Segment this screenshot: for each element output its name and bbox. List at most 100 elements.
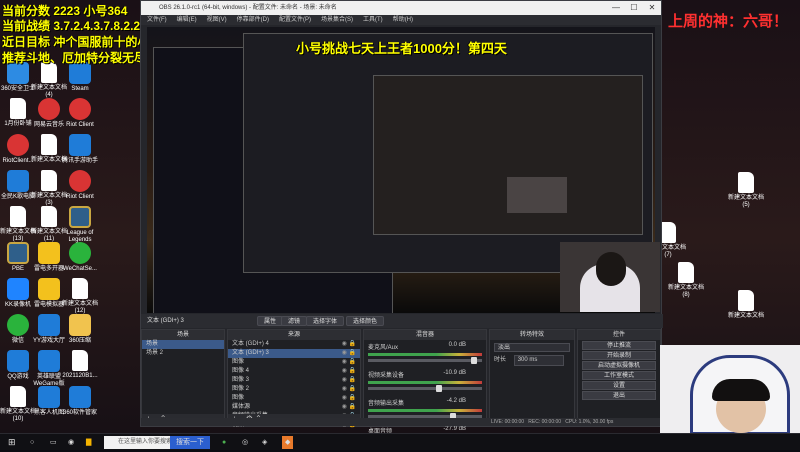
select-font-button[interactable]: 选择字体 [306, 316, 345, 326]
desktop-icon[interactable]: 新建文本文档 (5) [724, 172, 768, 209]
volume-meter [368, 353, 482, 356]
wechat-icon [7, 314, 29, 336]
menu-item[interactable]: 编辑(E) [177, 17, 197, 23]
visibility-icon[interactable]: ◉ 🔒 [342, 403, 356, 412]
select-color-button[interactable]: 选择颜色 [346, 316, 385, 326]
source-item[interactable]: 图像 2 ◉ 🔒 [228, 385, 360, 394]
edge-icon[interactable]: ◉ [68, 436, 74, 449]
source-item[interactable]: 文本 (GDI+) 4 ◉ 🔒 [228, 340, 360, 349]
volume-slider-knob[interactable] [436, 385, 443, 392]
volume-slider[interactable] [368, 357, 482, 364]
menu-item[interactable]: 工具(T) [363, 17, 383, 23]
desktop-icon-label: PBE [11, 266, 24, 272]
source-item[interactable]: 图像 4 ◉ 🔒 [228, 367, 360, 376]
visibility-icon[interactable]: ◉ 🔒 [342, 358, 356, 367]
document-icon [41, 206, 57, 227]
obs-titlebar: OBS 26.1.0-rc1 (64-bit, windows) - 配置文件:… [141, 1, 661, 15]
mixer-channel-db: -27.9 dB [443, 426, 466, 432]
wechat-taskbar-icon[interactable]: ● [222, 436, 226, 449]
visibility-icon[interactable]: ◉ 🔒 [342, 340, 356, 349]
task-view-icon[interactable]: ○ [30, 436, 34, 449]
source-item[interactable]: 图像 3 ◉ 🔒 [228, 376, 360, 385]
desktop-icon[interactable]: 新建文本文档 [724, 290, 768, 320]
desktop-icon[interactable]: 新建文本文档 (8) [664, 262, 708, 299]
source-item-label: 图像 [232, 395, 245, 401]
active-app-taskbar-icon[interactable]: ◆ [282, 436, 294, 449]
windows-start-icon[interactable]: ⊞ [8, 436, 16, 449]
desktop-icon[interactable]: Riot Client [58, 170, 102, 201]
visibility-icon[interactable]: ◉ 🔒 [342, 385, 356, 394]
duration-input[interactable]: 300 ms [513, 355, 564, 366]
desktop-icon[interactable]: 360压缩 [58, 314, 102, 345]
desktop-icon-label: WeChatSe... [63, 266, 97, 272]
desktop-icon[interactable]: Steam [58, 62, 102, 93]
properties-button[interactable]: 属性 [257, 316, 284, 326]
visibility-icon[interactable]: ◉ 🔒 [342, 394, 356, 403]
control-button[interactable]: 停止推流 [582, 341, 656, 350]
desktop-icon[interactable]: 2021120B1... [58, 350, 102, 380]
menu-item[interactable]: 帮助(H) [393, 17, 413, 23]
visibility-icon[interactable]: ◉ 🔒 [342, 349, 356, 358]
desktop-icon-label: Riot Client [66, 122, 94, 128]
mixer-channel: 麦克风/Aux 0.0 dB [364, 340, 486, 368]
emulator-icon [38, 242, 60, 264]
transition-select[interactable]: 淡出 [494, 343, 570, 352]
menu-item[interactable]: 文件(F) [147, 17, 167, 23]
desktop-icon-label: QQ游戏 [7, 374, 29, 380]
close-icon[interactable]: ✕ [643, 1, 661, 15]
source-item[interactable]: 图像 ◉ 🔒 [228, 394, 360, 403]
control-button[interactable]: 开始录制 [582, 351, 656, 360]
desktop-icon[interactable]: 腾讯手游助手 [58, 134, 102, 165]
desktop-icon[interactable]: League of Legends [58, 206, 102, 244]
document-icon [72, 350, 88, 371]
menu-item[interactable]: 视图(V) [207, 17, 227, 23]
obs-taskbar-icon[interactable]: ◎ [242, 436, 248, 449]
document-icon [660, 222, 676, 243]
menu-item[interactable]: 停靠部件(D) [237, 17, 269, 23]
mixer-header: 混音器 [364, 330, 486, 340]
recorder-icon [7, 278, 29, 300]
app-icon [38, 386, 60, 408]
controls-header: 控件 [578, 330, 660, 340]
control-button[interactable]: 设置 [582, 381, 656, 390]
visibility-icon[interactable]: ◉ 🔒 [342, 367, 356, 376]
desktop-icon[interactable]: WeChatSe... [58, 242, 102, 273]
files-icon[interactable]: ▇ [86, 436, 91, 449]
desktop-icon-label: 新建文本文档 (5) [727, 195, 764, 208]
source-item[interactable]: 图像 ◉ 🔒 [228, 358, 360, 367]
menu-item[interactable]: 场景集合(S) [321, 17, 353, 23]
volume-slider-knob[interactable] [470, 357, 477, 364]
source-item[interactable]: 文本 (GDI+) 3 ◉ 🔒 [228, 349, 360, 358]
overlay-goal: 近日目标 冲个国服前十的小号 [2, 35, 162, 49]
volume-meter [368, 381, 482, 384]
mixer-channel-db: -4.2 dB [446, 398, 466, 404]
maximize-icon[interactable]: ☐ [625, 1, 643, 15]
control-button[interactable]: 工作室模式 [582, 371, 656, 380]
transitions-header: 转场特效 [490, 330, 574, 340]
scene-item[interactable]: 场景 2 [142, 349, 224, 358]
obs-title: OBS 26.1.0-rc1 (64-bit, windows) - 配置文件:… [159, 5, 337, 11]
scene-item[interactable]: 场景 [142, 340, 224, 349]
game-icon [38, 314, 60, 336]
widgets-icon[interactable]: ▭ [50, 436, 57, 449]
desktop-icon[interactable]: 360软件管家 [58, 386, 102, 417]
app-icon [7, 170, 29, 192]
desktop-icon[interactable]: Riot Client [58, 98, 102, 129]
minimize-icon[interactable]: — [607, 1, 625, 15]
menu-item[interactable]: 配置文件(P) [279, 17, 311, 23]
taskbar-search-button[interactable]: 搜索一下 [170, 436, 210, 449]
scenes-dock: 场景 场景场景 2 + − ⌃ ⌄ [141, 329, 225, 425]
app-taskbar-icon[interactable]: ◈ [262, 436, 267, 449]
filters-button[interactable]: 滤镜 [281, 316, 308, 326]
volume-slider[interactable] [368, 385, 482, 392]
control-button[interactable]: 退出 [582, 391, 656, 400]
source-item-label: 文本 (GDI+) 3 [232, 350, 269, 356]
source-item-label: 图像 3 [232, 377, 250, 383]
webcam-feed [560, 242, 660, 312]
source-item[interactable]: 媒体源 ◉ 🔒 [228, 403, 360, 412]
document-icon [678, 262, 694, 283]
control-button[interactable]: 启动虚拟摄像机 [582, 361, 656, 370]
document-icon [738, 290, 754, 311]
desktop-icon[interactable]: 新建文本文档 (12) [58, 278, 102, 315]
visibility-icon[interactable]: ◉ 🔒 [342, 376, 356, 385]
